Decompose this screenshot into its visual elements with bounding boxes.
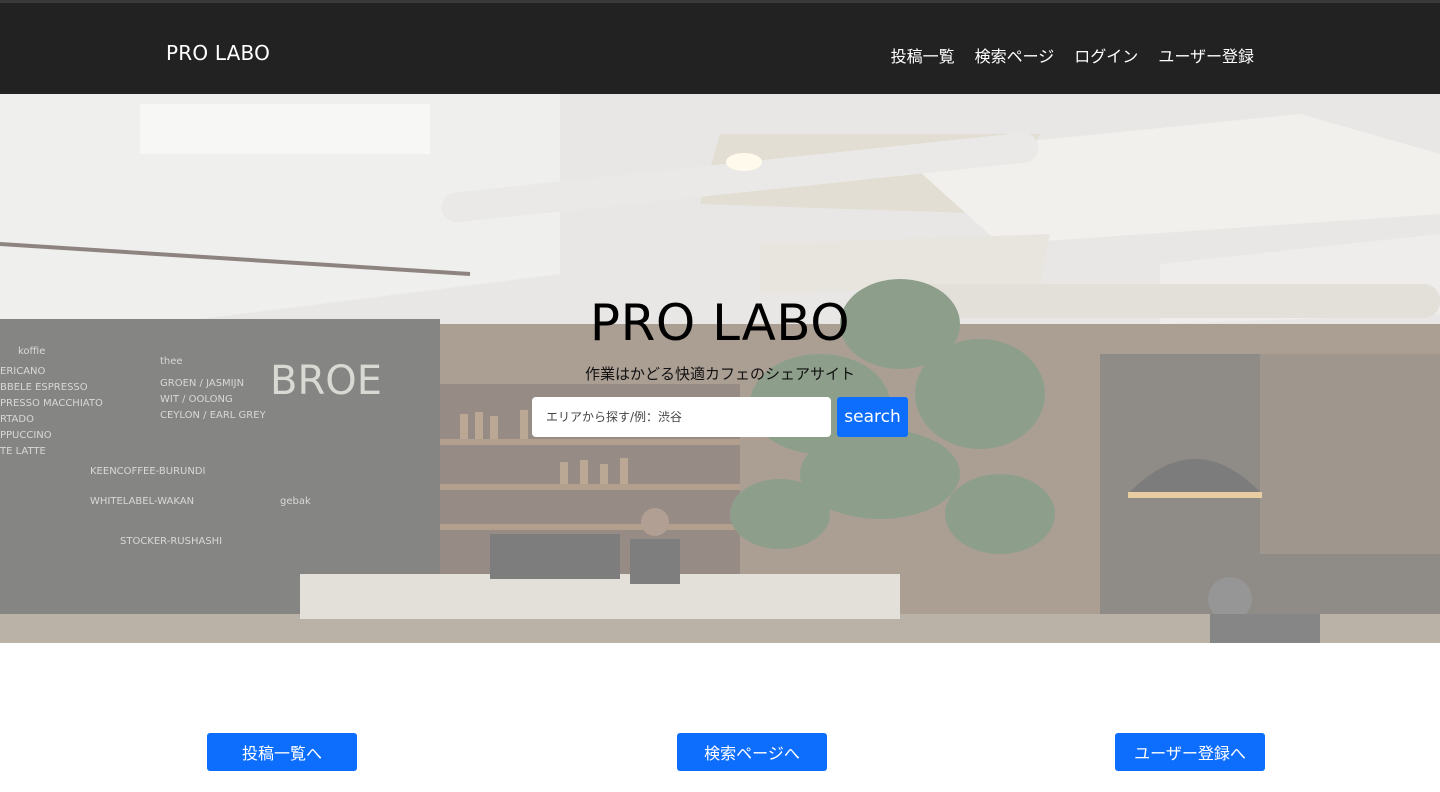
brand-logo-link[interactable]: PRO LABO: [166, 41, 270, 65]
nav-link-search[interactable]: 検索ページ: [975, 43, 1055, 67]
nav-link-login[interactable]: ログイン: [1074, 43, 1138, 67]
nav-link-register[interactable]: ユーザー登録: [1158, 43, 1254, 67]
go-to-posts-button[interactable]: 投稿一覧へ: [207, 733, 357, 771]
hero-section: koffie ERICANO BBELE ESPRESSO PRESSO MAC…: [0, 94, 1440, 643]
search-button[interactable]: search: [837, 397, 908, 437]
site-header: PRO LABO 投稿一覧 検索ページ ログイン ユーザー登録: [0, 0, 1440, 94]
area-search-input[interactable]: [532, 397, 831, 437]
go-to-register-button[interactable]: ユーザー登録へ: [1115, 733, 1265, 771]
hero-title: PRO LABO: [589, 294, 851, 352]
nav-link-posts[interactable]: 投稿一覧: [891, 43, 955, 67]
go-to-search-button[interactable]: 検索ページへ: [677, 733, 827, 771]
main-nav: 投稿一覧 検索ページ ログイン ユーザー登録: [891, 43, 1254, 67]
hero-subtitle: 作業はかどる快適カフェのシェアサイト: [584, 365, 855, 383]
